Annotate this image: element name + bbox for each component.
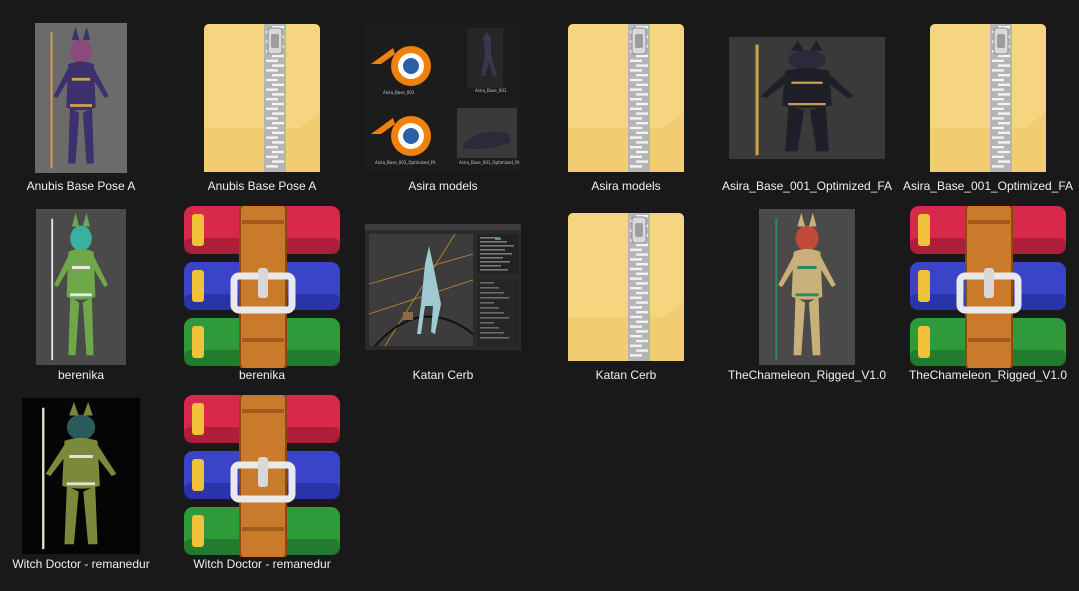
file-label: Witch Doctor - remanedur: [12, 557, 150, 571]
file-item[interactable]: berenika: [172, 198, 352, 387]
character-figure-icon: [755, 40, 854, 156]
image-thumbnail: [759, 209, 855, 365]
image-thumbnail: [36, 209, 126, 365]
file-item[interactable]: Witch Doctor - remanedur: [0, 387, 171, 576]
image-thumbnail: [22, 398, 140, 554]
file-label: Asira models: [408, 179, 478, 193]
svg-text:Asira_Base_001: Asira_Base_001: [475, 88, 507, 93]
character-figure-icon: [51, 212, 108, 361]
winrar-archive-icon: [184, 206, 340, 368]
file-thumbnail: [172, 206, 352, 368]
file-thumbnail: [353, 208, 533, 366]
file-thumbnail: [172, 19, 352, 177]
file-item[interactable]: Asira_Base_001_Optimized_FA: [717, 9, 897, 198]
zip-folder-icon: [568, 24, 684, 172]
file-thumbnail: [0, 208, 171, 366]
file-label: berenika: [57, 368, 105, 382]
zip-folder-icon: [568, 213, 684, 361]
svg-text:Asira_Base_001_Optimized_FA: Asira_Base_001_Optimized_FA: [375, 160, 436, 165]
zip-folder-icon: [204, 24, 320, 172]
file-thumbnail: [0, 397, 171, 555]
file-thumbnail: [536, 208, 716, 366]
character-figure-icon: [775, 212, 836, 361]
file-thumbnail: [717, 19, 897, 177]
file-label: Katan Cerb: [595, 368, 657, 382]
file-item[interactable]: Asira_Base_001 Asira_Base_001 Asira_Base…: [353, 9, 533, 198]
file-label: Asira models: [591, 179, 661, 193]
blender-screenshot-thumbnail: [365, 224, 521, 350]
file-thumbnail: [898, 19, 1078, 177]
file-label: Katan Cerb: [412, 368, 474, 382]
file-item[interactable]: TheChameleon_Rigged_V1.0: [898, 198, 1078, 387]
file-item[interactable]: Asira models: [536, 9, 716, 198]
file-label: berenika: [238, 368, 286, 382]
file-label: Asira_Base_001_Optimized_FA: [721, 179, 893, 193]
file-thumbnail: [536, 19, 716, 177]
image-thumbnail: [35, 23, 127, 173]
file-thumbnail: [717, 208, 897, 366]
file-item[interactable]: TheChameleon_Rigged_V1.0: [717, 198, 897, 387]
file-item[interactable]: Anubis Base Pose A: [172, 9, 352, 198]
file-label: Anubis Base Pose A: [26, 179, 136, 193]
file-label: Witch Doctor - remanedur: [193, 557, 331, 571]
file-item[interactable]: Asira_Base_001_Optimized_FA: [898, 9, 1078, 198]
file-item[interactable]: Anubis Base Pose A: [0, 9, 171, 198]
svg-text:Asira_Base_001_Optimized_FA: Asira_Base_001_Optimized_FA: [459, 160, 520, 165]
file-grid: Anubis Base Pose A Anubis Base Pose A As…: [0, 0, 1079, 591]
file-label: TheChameleon_Rigged_V1.0: [908, 368, 1068, 382]
winrar-archive-icon: [910, 206, 1066, 368]
winrar-archive-icon: [184, 395, 340, 557]
file-label: Asira_Base_001_Optimized_FA: [902, 179, 1074, 193]
character-figure-icon: [42, 401, 117, 550]
file-label: TheChameleon_Rigged_V1.0: [727, 368, 887, 382]
file-thumbnail: Asira_Base_001 Asira_Base_001 Asira_Base…: [353, 19, 533, 177]
file-thumbnail: [172, 395, 352, 557]
zip-folder-icon: [930, 24, 1046, 172]
svg-text:Asira_Base_001: Asira_Base_001: [383, 90, 415, 95]
file-label: Anubis Base Pose A: [207, 179, 317, 193]
image-thumbnail: [729, 37, 885, 159]
file-thumbnail: [0, 19, 171, 177]
file-item[interactable]: Katan Cerb: [536, 198, 716, 387]
file-item[interactable]: Katan Cerb: [353, 198, 533, 387]
file-thumbnail: [898, 206, 1078, 368]
character-figure-icon: [50, 26, 109, 169]
folder-preview-collage: Asira_Base_001 Asira_Base_001 Asira_Base…: [365, 24, 521, 172]
file-item[interactable]: Witch Doctor - remanedur: [172, 387, 352, 576]
file-item[interactable]: berenika: [0, 198, 171, 387]
